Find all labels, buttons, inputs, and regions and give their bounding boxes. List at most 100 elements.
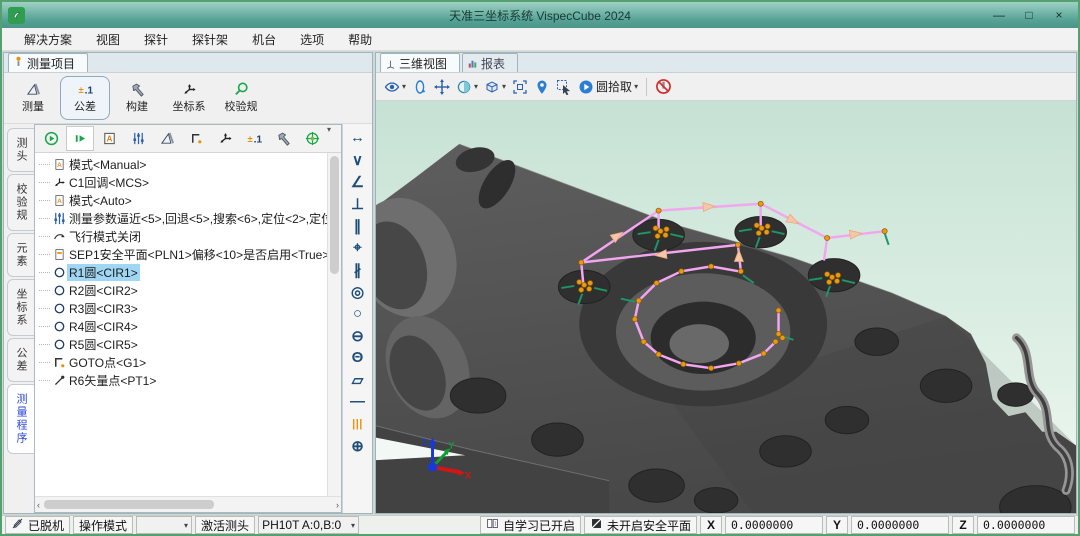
profile-icon[interactable]: ∨ — [346, 149, 370, 170]
measure-icon — [26, 82, 41, 97]
orbit-button[interactable] — [412, 75, 428, 98]
symmetry-icon[interactable]: ||| — [346, 413, 370, 434]
tree-item-12[interactable]: R6矢量点<PT1> — [37, 371, 327, 389]
sidebar-tab-3[interactable]: 坐标系 — [7, 279, 34, 336]
3d-scene: Z Y X — [376, 101, 1076, 513]
menu-item-6[interactable]: 帮助 — [336, 31, 384, 48]
operation-mode-select[interactable]: ▾ — [136, 516, 192, 534]
goto-tool-button[interactable] — [182, 126, 210, 151]
tree-item-10[interactable]: R5圆<CIR5> — [37, 335, 327, 353]
menu-item-4[interactable]: 机台 — [240, 31, 288, 48]
probe-nav-button[interactable] — [298, 126, 326, 151]
tree-horizontal-scrollbar[interactable]: ‹› — [35, 496, 341, 512]
measure-tool-button[interactable] — [153, 126, 181, 151]
view-cube-button[interactable]: ▾ — [484, 75, 506, 98]
distance-icon[interactable]: ↔ — [346, 127, 370, 148]
tolerance-button[interactable]: ±.1公差 — [60, 76, 110, 120]
tree-item-0[interactable]: A模式<Manual> — [37, 155, 327, 173]
sidebar-tab-4[interactable]: 公差 — [7, 338, 34, 382]
coordsys-button[interactable]: 坐标系 — [164, 76, 214, 120]
locate-button[interactable] — [534, 75, 550, 98]
active-probe-select[interactable]: PH10T A:0,B:0 ▾ — [258, 516, 359, 534]
tree-item-7[interactable]: R2圆<CIR2> — [37, 281, 327, 299]
construct-button[interactable]: 构建 — [112, 76, 162, 120]
tree-item-5[interactable]: SEP1安全平面<PLN1>偏移<10>是否启用<True> — [37, 245, 327, 263]
step-run-button[interactable] — [66, 126, 94, 151]
tree-connector — [39, 380, 50, 381]
tree-item-label: 模式<Auto> — [67, 192, 134, 209]
tree-item-3[interactable]: 测量参数逼近<5>,回退<5>,搜索<6>,定位<2>,定位加<2>,测量· — [37, 209, 327, 227]
measure-params-button[interactable] — [124, 126, 152, 151]
tree-item-1[interactable]: C1回调<MCS> — [37, 173, 327, 191]
sidebar-tab-0[interactable]: 测头 — [7, 128, 34, 172]
tree-item-label: R2圆<CIR2> — [67, 282, 140, 299]
select-button[interactable] — [556, 75, 572, 98]
side-tab-strip: 测头校验规元素坐标系公差测量程序 — [4, 124, 34, 513]
compass-icon — [305, 131, 320, 146]
angle-icon[interactable]: ∠ — [346, 171, 370, 192]
measure-icon — [160, 131, 175, 146]
toolbar-overflow-button[interactable]: ▾ — [327, 125, 339, 134]
visibility-button[interactable]: ▾ — [384, 75, 406, 98]
scroll-right-icon: › — [336, 500, 339, 510]
3d-viewport[interactable]: Z Y X — [376, 101, 1076, 513]
sidebar-tab-2[interactable]: 元素 — [7, 233, 34, 277]
svg-text:.1: .1 — [84, 86, 92, 97]
tree-item-2[interactable]: A模式<Auto> — [37, 191, 327, 209]
construct-tool-button[interactable] — [269, 126, 297, 151]
flatness-icon[interactable]: ▱ — [346, 369, 370, 390]
tab-3d-view[interactable]: 三维视图 — [380, 53, 460, 72]
close-button[interactable]: × — [1046, 6, 1072, 24]
tab-report[interactable]: 报表 — [462, 53, 518, 72]
pick-mode-button[interactable]: 圆拾取▾ — [578, 75, 638, 98]
scroll-thumb[interactable] — [44, 500, 214, 509]
probe-stop-button[interactable] — [655, 75, 672, 98]
program-tree: A模式<Manual>C1回调<MCS>A模式<Auto>测量参数逼近<5>,回… — [35, 153, 341, 496]
tree-vertical-scrollbar[interactable] — [327, 153, 341, 496]
scroll-thumb[interactable] — [330, 156, 339, 274]
zoom-fit-button[interactable] — [512, 75, 528, 98]
measure-button[interactable]: 测量 — [8, 76, 58, 120]
circularity-icon[interactable]: ○ — [346, 303, 370, 324]
total-runout-icon[interactable]: ⊕ — [346, 435, 370, 456]
coord-axis-Y: Y — [826, 516, 848, 534]
concentricity-icon[interactable]: ◎ — [346, 281, 370, 302]
auto-label-button[interactable]: A — [95, 126, 123, 151]
render-style-button[interactable]: ▾ — [456, 75, 478, 98]
locate-icon — [534, 79, 550, 95]
perpendicularity-icon[interactable]: ⊥ — [346, 193, 370, 214]
menu-item-5[interactable]: 选项 — [288, 31, 336, 48]
tree-item-9[interactable]: R4圆<CIR4> — [37, 317, 327, 335]
tab-measure-project[interactable]: 测量项目 — [8, 53, 88, 72]
coordsys-tool-button[interactable] — [211, 126, 239, 151]
straightness-icon[interactable]: — — [346, 391, 370, 412]
connection-status: 已脱机 — [5, 516, 70, 534]
position-icon[interactable]: ⌖ — [346, 237, 370, 258]
svg-text:±: ± — [247, 134, 252, 144]
sidebar-tab-5[interactable]: 测量程序 — [7, 384, 34, 454]
tree-item-4[interactable]: 飞行模式关闭 — [37, 227, 327, 245]
view-panel: 三维视图报表 ▾ ▾ ▾ 圆拾取▾ — [375, 52, 1077, 514]
active-probe-label: 激活测头 — [195, 516, 255, 534]
minimize-button[interactable]: — — [986, 6, 1012, 24]
menu-item-1[interactable]: 视图 — [84, 31, 132, 48]
angularity-icon[interactable]: ∦ — [346, 259, 370, 280]
runout-icon[interactable]: Θ — [346, 347, 370, 368]
menu-item-0[interactable]: 解决方案 — [12, 31, 84, 48]
tolerance-tool-button[interactable]: ±.1 — [240, 126, 268, 151]
cylindricity-icon[interactable]: ⊖ — [346, 325, 370, 346]
pan-button[interactable] — [434, 75, 450, 98]
maximize-button[interactable]: □ — [1016, 6, 1042, 24]
menu-item-2[interactable]: 探针 — [132, 31, 180, 48]
sidebar-tab-1[interactable]: 校验规 — [7, 174, 34, 231]
menu-item-3[interactable]: 探针架 — [180, 31, 240, 48]
tree-item-11[interactable]: GOTO点<G1> — [37, 353, 327, 371]
chevron-down-icon: ▾ — [184, 521, 188, 530]
run-button[interactable] — [37, 126, 65, 151]
svg-text:±: ± — [78, 85, 83, 95]
tree-item-8[interactable]: R3圆<CIR3> — [37, 299, 327, 317]
self-learn-label: 自学习已开启 — [503, 517, 575, 534]
gauge-button[interactable]: 校验规 — [216, 76, 266, 120]
tree-item-6[interactable]: R1圆<CIR1> — [37, 263, 327, 281]
parallelism-icon[interactable]: ∥ — [346, 215, 370, 236]
